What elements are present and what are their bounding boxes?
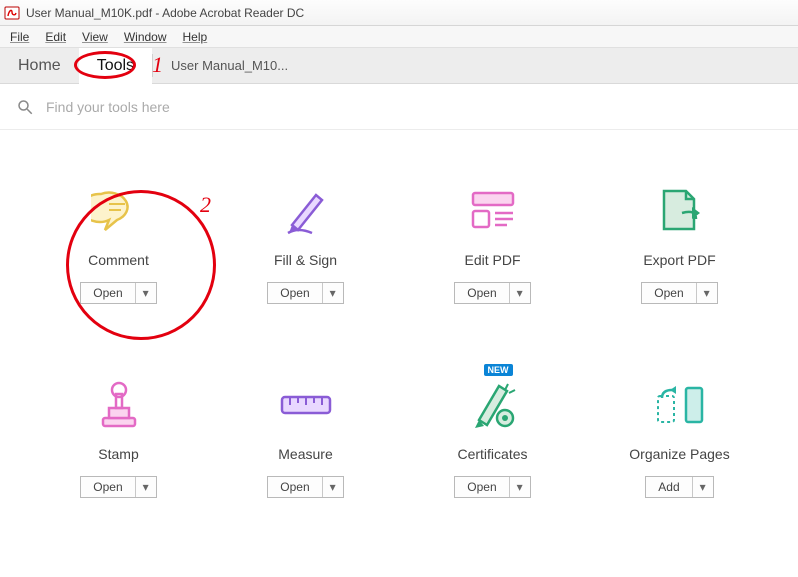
menu-window[interactable]: Window bbox=[116, 28, 175, 46]
menu-help[interactable]: Help bbox=[175, 28, 216, 46]
menu-edit[interactable]: Edit bbox=[37, 28, 74, 46]
certificates-icon: NEW bbox=[465, 374, 521, 436]
tool-export-pdf[interactable]: Export PDF Open ▾ bbox=[591, 180, 768, 304]
tool-add-button[interactable]: Add ▾ bbox=[645, 476, 713, 498]
tool-label: Measure bbox=[278, 446, 332, 462]
window-titlebar: User Manual_M10K.pdf - Adobe Acrobat Rea… bbox=[0, 0, 798, 26]
tool-open-button[interactable]: Open ▾ bbox=[267, 282, 343, 304]
pen-icon bbox=[278, 180, 334, 242]
tool-measure[interactable]: Measure Open ▾ bbox=[217, 374, 394, 498]
search-input[interactable] bbox=[46, 99, 782, 115]
tab-home[interactable]: Home bbox=[0, 48, 79, 83]
menu-view[interactable]: View bbox=[74, 28, 116, 46]
menu-file[interactable]: File bbox=[2, 28, 37, 46]
tool-label: Edit PDF bbox=[464, 252, 520, 268]
tools-grid: Comment Open ▾ Fill & Sign Open ▾ bbox=[0, 130, 798, 498]
tool-open-button[interactable]: Open ▾ bbox=[454, 476, 530, 498]
chevron-down-icon[interactable]: ▾ bbox=[136, 283, 156, 303]
tool-comment[interactable]: Comment Open ▾ bbox=[30, 180, 207, 304]
stamp-icon bbox=[91, 374, 147, 436]
tool-open-button[interactable]: Open ▾ bbox=[80, 476, 156, 498]
tool-label: Stamp bbox=[98, 446, 138, 462]
tool-open-button[interactable]: Open ▾ bbox=[267, 476, 343, 498]
tool-label: Organize Pages bbox=[629, 446, 729, 462]
tabbar: Home Tools User Manual_M10... bbox=[0, 48, 798, 84]
edit-pdf-icon bbox=[465, 180, 521, 242]
chevron-down-icon[interactable]: ▾ bbox=[697, 283, 717, 303]
chevron-down-icon[interactable]: ▾ bbox=[323, 477, 343, 497]
tool-open-button[interactable]: Open ▾ bbox=[454, 282, 530, 304]
export-pdf-icon bbox=[652, 180, 708, 242]
acrobat-icon bbox=[4, 5, 20, 21]
window-title: User Manual_M10K.pdf - Adobe Acrobat Rea… bbox=[26, 6, 304, 20]
tool-label: Comment bbox=[88, 252, 149, 268]
tool-open-button[interactable]: Open ▾ bbox=[641, 282, 717, 304]
menubar: File Edit View Window Help bbox=[0, 26, 798, 48]
tool-edit-pdf[interactable]: Edit PDF Open ▾ bbox=[404, 180, 581, 304]
tab-document[interactable]: User Manual_M10... bbox=[153, 48, 306, 83]
tool-label: Fill & Sign bbox=[274, 252, 337, 268]
chevron-down-icon[interactable]: ▾ bbox=[510, 477, 530, 497]
search-icon bbox=[16, 98, 34, 116]
tool-label: Certificates bbox=[457, 446, 527, 462]
tool-fill-sign[interactable]: Fill & Sign Open ▾ bbox=[217, 180, 394, 304]
ruler-icon bbox=[276, 374, 336, 436]
organize-pages-icon bbox=[650, 374, 710, 436]
tools-searchbar bbox=[0, 84, 798, 130]
tool-organize-pages[interactable]: Organize Pages Add ▾ bbox=[591, 374, 768, 498]
chevron-down-icon[interactable]: ▾ bbox=[510, 283, 530, 303]
chevron-down-icon[interactable]: ▾ bbox=[323, 283, 343, 303]
new-badge: NEW bbox=[484, 364, 513, 376]
tool-stamp[interactable]: Stamp Open ▾ bbox=[30, 374, 207, 498]
tool-open-button[interactable]: Open ▾ bbox=[80, 282, 156, 304]
chevron-down-icon[interactable]: ▾ bbox=[136, 477, 156, 497]
comment-icon bbox=[91, 180, 147, 242]
tool-certificates[interactable]: NEW Certificates Open ▾ bbox=[404, 374, 581, 498]
tool-label: Export PDF bbox=[643, 252, 715, 268]
tab-tools[interactable]: Tools bbox=[79, 48, 152, 83]
chevron-down-icon[interactable]: ▾ bbox=[693, 477, 713, 497]
